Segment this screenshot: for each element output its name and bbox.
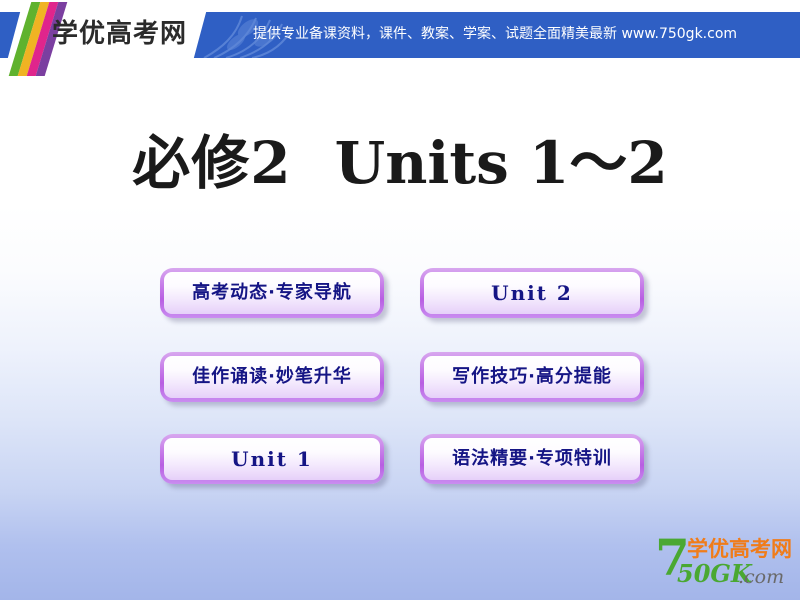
menu-button-label: 佳作诵读·妙笔升华 xyxy=(192,366,352,387)
button-inner-panel: 写作技巧·高分提能 xyxy=(424,356,640,398)
menu-button-xiezuo-jiqiao[interactable]: 写作技巧·高分提能 xyxy=(420,352,644,402)
title-chinese: 必修 xyxy=(132,129,251,197)
page-title: 必修2 Units 1～2 xyxy=(0,126,800,200)
menu-button-grid: 高考动态·专家导航 Unit 2 佳作诵读·妙笔升华 写作技巧·高分提能 Uni… xyxy=(160,268,644,488)
logo-chinese-text: 学优高考网 xyxy=(687,537,792,561)
footer-watermark-logo: 7 学优高考网 50GK .com xyxy=(655,533,795,591)
menu-button-label: 语法精要·专项特训 xyxy=(452,448,612,469)
button-inner-panel: 高考动态·专家导航 xyxy=(164,272,380,314)
menu-button-label: 写作技巧·高分提能 xyxy=(452,366,612,387)
title-number: 2 xyxy=(250,129,291,197)
button-inner-panel: Unit 2 xyxy=(424,272,640,314)
banner-tagline: 提供专业备课资料，课件、教案、学案、试题全面精美最新 www.750gk.com xyxy=(253,26,738,42)
menu-button-yufa-jingyao[interactable]: 语法精要·专项特训 xyxy=(420,434,644,484)
title-english: Units 1～2 xyxy=(334,129,668,197)
menu-button-label: Unit 2 xyxy=(491,281,573,305)
presentation-slide: 学优高考网 提供专业备课资料，课件、教案、学案、试题全面精美最新 www.750… xyxy=(0,0,800,600)
button-inner-panel: Unit 1 xyxy=(164,438,380,480)
site-logo-text: 学优高考网 xyxy=(52,19,188,49)
menu-button-unit-1[interactable]: Unit 1 xyxy=(160,434,384,484)
menu-button-jiazuo-songdu[interactable]: 佳作诵读·妙笔升华 xyxy=(160,352,384,402)
menu-button-label: 高考动态·专家导航 xyxy=(192,282,352,303)
menu-button-unit-2[interactable]: Unit 2 xyxy=(420,268,644,318)
button-inner-panel: 语法精要·专项特训 xyxy=(424,438,640,480)
menu-button-label: Unit 1 xyxy=(231,447,313,471)
button-inner-panel: 佳作诵读·妙笔升华 xyxy=(164,356,380,398)
logo-dotcom-text: .com xyxy=(738,566,785,588)
site-header-banner: 学优高考网 提供专业备课资料，课件、教案、学案、试题全面精美最新 www.750… xyxy=(0,0,800,78)
menu-button-gaokao-dongtai[interactable]: 高考动态·专家导航 xyxy=(160,268,384,318)
